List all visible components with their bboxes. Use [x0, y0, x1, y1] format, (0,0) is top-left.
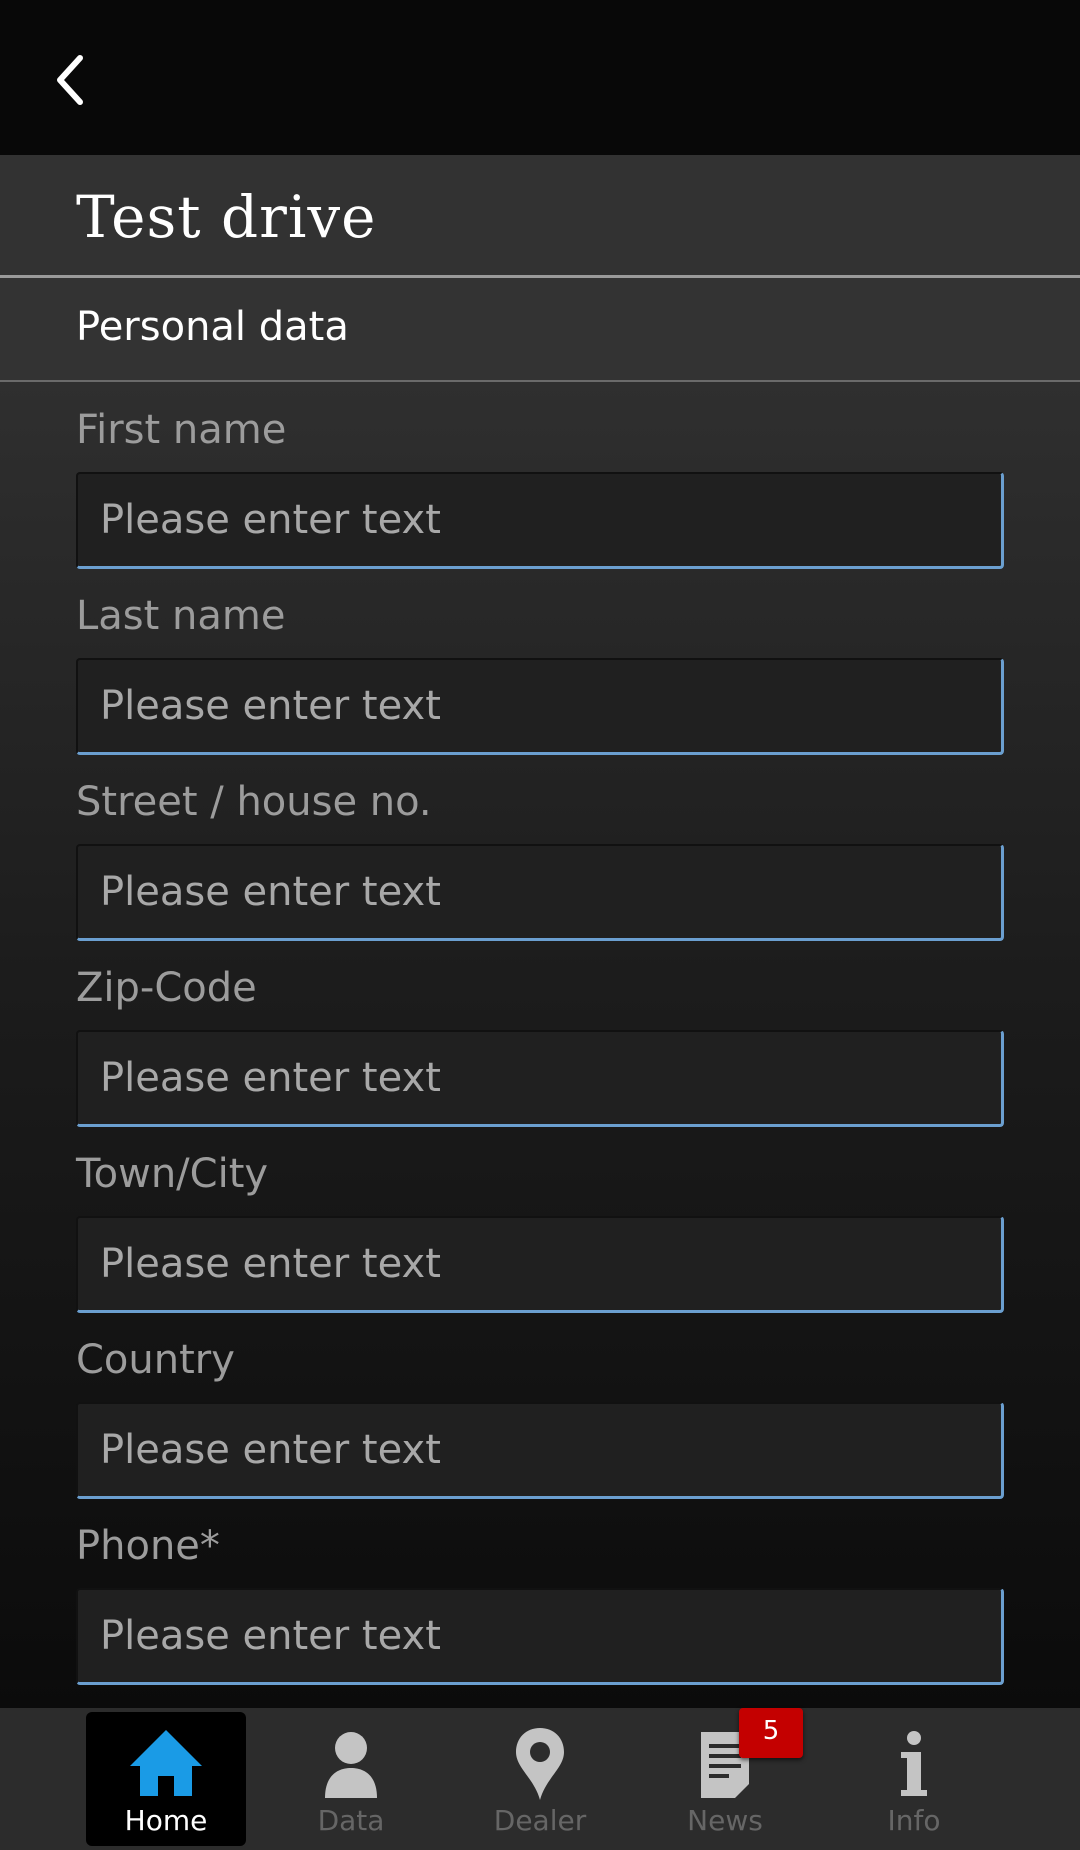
nav-dealer[interactable]: Dealer: [460, 1712, 620, 1846]
street-input[interactable]: [76, 844, 1004, 941]
nav-info-label: Info: [887, 1804, 941, 1837]
test-drive-screen: Test drive Personal data First name Last…: [0, 0, 1080, 1850]
top-bar: [0, 0, 1080, 155]
section-header: Personal data: [0, 278, 1080, 382]
nav-home-label: Home: [124, 1804, 208, 1837]
news-badge: 5: [739, 1708, 803, 1758]
nav-dealer-label: Dealer: [493, 1804, 587, 1837]
nav-data-label: Data: [317, 1804, 385, 1837]
nav-info[interactable]: Info: [834, 1712, 994, 1846]
town-city-input[interactable]: [76, 1216, 1004, 1313]
street-label: Street / house no.: [76, 779, 432, 825]
last-name-input[interactable]: [76, 658, 1004, 755]
personal-data-form: First name Last name Street / house no. …: [0, 382, 1080, 1708]
nav-news-label: News: [687, 1804, 763, 1837]
first-name-input[interactable]: [76, 472, 1004, 569]
zip-code-label: Zip-Code: [76, 965, 257, 1011]
phone-label: Phone*: [76, 1523, 220, 1569]
zip-code-input[interactable]: [76, 1030, 1004, 1127]
back-button[interactable]: [40, 40, 100, 120]
town-city-label: Town/City: [76, 1151, 269, 1197]
section-title: Personal data: [76, 304, 349, 350]
phone-input[interactable]: [76, 1588, 1004, 1685]
nav-home[interactable]: Home: [86, 1712, 246, 1846]
home-icon: [130, 1730, 202, 1796]
first-name-label: First name: [76, 407, 287, 453]
info-icon: [901, 1731, 927, 1796]
location-pin-icon: [516, 1728, 564, 1800]
bottom-nav: Home Data Dealer News Info: [0, 1708, 1080, 1850]
chevron-left-icon: [57, 55, 83, 105]
last-name-label: Last name: [76, 593, 286, 639]
page-title: Test drive: [76, 183, 377, 251]
nav-data[interactable]: Data: [271, 1712, 431, 1846]
country-label: Country: [76, 1337, 235, 1383]
title-bar: Test drive: [0, 155, 1080, 278]
country-input[interactable]: [76, 1402, 1004, 1499]
person-icon: [325, 1732, 377, 1798]
